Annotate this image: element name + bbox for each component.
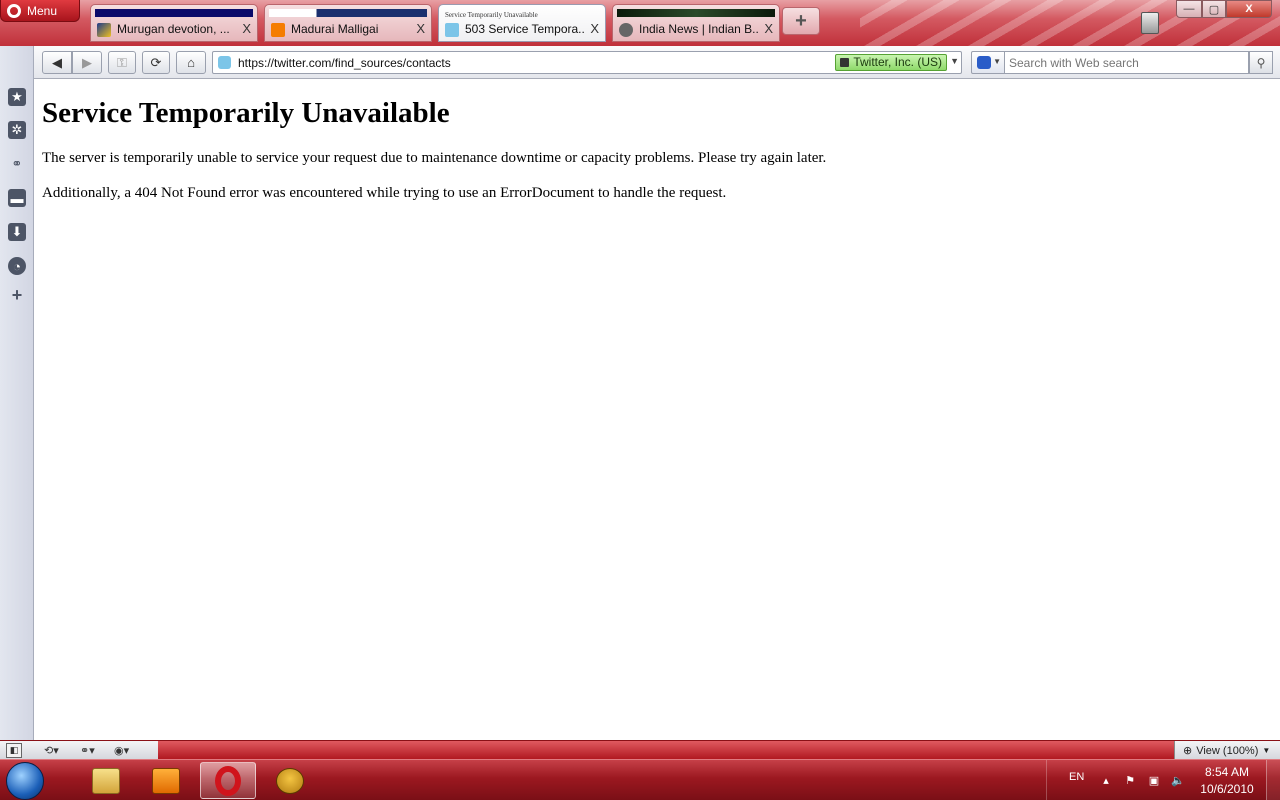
opera-link-icon[interactable]: ⟲▾ xyxy=(44,743,59,758)
taskbar-app-button[interactable] xyxy=(262,762,318,799)
close-window-button[interactable]: X xyxy=(1226,0,1272,18)
action-center-flag-icon[interactable]: ⚑ xyxy=(1123,774,1137,788)
system-tray: EN ▴ ⚑ ▣ 🔈 8:54 AM 10/6/2010 xyxy=(1046,760,1280,800)
tab-thumbnail-heading: Service Temporarily Unavailable xyxy=(445,11,538,19)
new-tab-button[interactable]: + xyxy=(782,7,820,35)
opera-turbo-icon[interactable]: ◉▾ xyxy=(114,743,129,758)
notes-icon[interactable]: ▬ xyxy=(8,189,26,207)
folder-icon xyxy=(92,767,120,794)
navigation-toolbar: ◀ ▶ ⚿ ⟳ ⌂ https://twitter.com/find_sourc… xyxy=(34,46,1280,79)
menu-label: Menu xyxy=(27,3,58,18)
page-title: Service Temporarily Unavailable xyxy=(42,97,450,129)
search-icon[interactable]: ⚲ xyxy=(1249,51,1273,74)
lock-icon xyxy=(840,58,850,67)
opera-logo-icon xyxy=(7,3,21,18)
opera-unite-icon[interactable]: ⚭▾ xyxy=(80,743,95,758)
zoom-control[interactable]: ⊕ View (100%) ▼ xyxy=(1174,741,1280,760)
search-engine-icon xyxy=(977,56,991,69)
blogger-favicon-icon xyxy=(271,23,285,37)
key-icon: ⚿ xyxy=(117,54,127,70)
language-indicator[interactable]: EN xyxy=(1069,771,1084,783)
tab-label: Madurai Malligai xyxy=(291,22,379,36)
twitter-favicon-icon xyxy=(445,23,459,37)
zoom-label: View (100%) xyxy=(1196,744,1259,757)
tab-thumbnail xyxy=(617,9,775,17)
chevron-down-icon: ▼ xyxy=(1262,746,1271,755)
tab-label: 503 Service Tempora... xyxy=(465,22,585,36)
forward-arrow-icon: ▶ xyxy=(82,54,92,70)
title-bar: Menu Murugan devotion, ... X Madurai Mal… xyxy=(0,0,1280,46)
menu-button[interactable]: Menu xyxy=(0,0,80,22)
tab-india-news[interactable]: India News | Indian B... X xyxy=(612,4,780,42)
network-icon[interactable]: ▣ xyxy=(1147,774,1161,788)
tab-close-icon[interactable]: X xyxy=(242,21,251,36)
search-input[interactable] xyxy=(1005,51,1249,74)
address-bar[interactable]: https://twitter.com/find_sources/contact… xyxy=(212,51,962,74)
history-icon[interactable]: ◔ xyxy=(8,257,26,275)
zoom-icon: ⊕ xyxy=(1183,745,1193,757)
status-bar-controls xyxy=(0,741,158,760)
reload-button[interactable]: ⟳ xyxy=(142,51,170,74)
downloads-icon[interactable]: ⬇ xyxy=(8,223,26,241)
minimize-button[interactable]: — xyxy=(1176,0,1202,18)
add-panel-icon[interactable]: + xyxy=(8,285,26,305)
address-text: https://twitter.com/find_sources/contact… xyxy=(238,56,451,70)
show-hidden-icons-icon[interactable]: ▴ xyxy=(1099,774,1113,788)
reload-icon: ⟳ xyxy=(150,54,162,70)
taskbar-opera-button[interactable] xyxy=(200,762,256,799)
tab-label: Murugan devotion, ... xyxy=(117,22,230,36)
site-favicon-icon xyxy=(619,23,633,37)
panel-toggle-icon[interactable]: ◧ xyxy=(6,743,22,758)
windows-start-button[interactable] xyxy=(6,762,44,800)
chevron-down-icon[interactable]: ▼ xyxy=(950,56,959,66)
chevron-down-icon: ▼ xyxy=(993,57,1001,66)
security-badge-label: Twitter, Inc. (US) xyxy=(853,55,942,69)
tab-close-icon[interactable]: X xyxy=(590,21,599,36)
tab-madurai-malligai[interactable]: Madurai Malligai X xyxy=(264,4,432,42)
tab-close-icon[interactable]: X xyxy=(764,21,773,36)
tab-thumbnail xyxy=(95,9,253,17)
volume-icon[interactable]: 🔈 xyxy=(1171,774,1185,788)
widgets-icon[interactable]: ✲ xyxy=(8,121,26,139)
media-player-icon xyxy=(152,767,180,794)
tab-thumbnail xyxy=(269,9,427,17)
taskbar-explorer-button[interactable] xyxy=(78,762,134,799)
error-message: The server is temporarily unable to serv… xyxy=(42,150,827,166)
page-content: Service Temporarily Unavailable The serv… xyxy=(34,79,1280,740)
back-button[interactable]: ◀ xyxy=(42,51,72,74)
clock-time[interactable]: 8:54 AM xyxy=(1197,765,1257,779)
wand-password-button[interactable]: ⚿ xyxy=(108,51,136,74)
security-badge[interactable]: Twitter, Inc. (US) xyxy=(835,54,947,71)
search-engine-selector[interactable]: ▼ xyxy=(971,51,1005,74)
home-icon: ⌂ xyxy=(187,55,195,70)
mascot-app-icon xyxy=(276,767,304,794)
side-panel: ★ ✲ ⚭ ▬ ⬇ ◔ + xyxy=(0,46,34,740)
status-bar: ◧ ⟲▾ ⚭▾ ◉▾ ⊕ View (100%) ▼ xyxy=(0,740,1280,760)
windows-taskbar: EN ▴ ⚑ ▣ 🔈 8:54 AM 10/6/2010 xyxy=(0,759,1280,800)
home-button[interactable]: ⌂ xyxy=(176,51,206,74)
forward-button[interactable]: ▶ xyxy=(72,51,102,74)
twitter-favicon-icon xyxy=(218,56,231,69)
back-arrow-icon: ◀ xyxy=(52,54,62,70)
unite-icon[interactable]: ⚭ xyxy=(8,155,26,173)
show-desktop-button[interactable] xyxy=(1266,760,1280,800)
tab-murugan-devotion[interactable]: Murugan devotion, ... X xyxy=(90,4,258,42)
site-favicon-icon xyxy=(97,23,111,37)
tab-label: India News | Indian B... xyxy=(639,22,759,36)
taskbar-media-player-button[interactable] xyxy=(138,762,194,799)
trash-icon[interactable] xyxy=(1141,12,1159,34)
tab-503-service[interactable]: Service Temporarily Unavailable 503 Serv… xyxy=(438,4,606,42)
error-document-message: Additionally, a 404 Not Found error was … xyxy=(42,185,727,201)
bookmarks-icon[interactable]: ★ xyxy=(8,88,26,106)
tab-close-icon[interactable]: X xyxy=(416,21,425,36)
opera-icon xyxy=(215,765,241,796)
clock-date[interactable]: 10/6/2010 xyxy=(1197,782,1257,796)
maximize-button[interactable]: ▢ xyxy=(1202,0,1226,18)
